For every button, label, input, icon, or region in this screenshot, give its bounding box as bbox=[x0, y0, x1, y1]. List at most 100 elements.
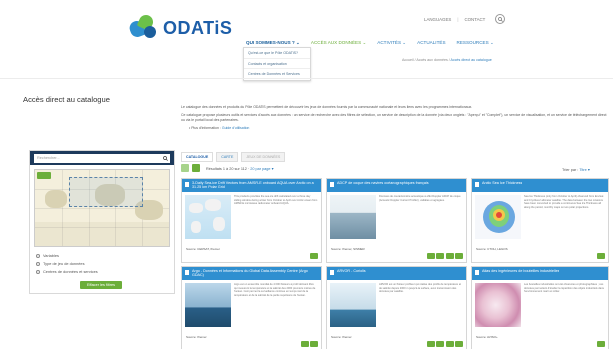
card-title[interactable]: Arctic Sea Ice Thickness bbox=[482, 181, 522, 185]
card-action-button[interactable] bbox=[310, 253, 318, 259]
map-tools-button[interactable] bbox=[37, 172, 51, 179]
search-submit-button[interactable] bbox=[160, 153, 170, 163]
clear-filters-button[interactable]: Effacer les filtres bbox=[80, 281, 122, 289]
dropdown-item[interactable]: Contacts et organisation bbox=[244, 59, 310, 69]
card-description: Les bouteilles industrielles ont été obs… bbox=[524, 283, 604, 294]
card-header[interactable]: Atlas des ingénieures de bouteilles indu… bbox=[472, 267, 608, 280]
card-action-button[interactable] bbox=[455, 253, 463, 259]
document-icon bbox=[330, 182, 334, 187]
logo-text: ODATiS bbox=[163, 17, 233, 38]
dataset-card[interactable]: 3-Daily Sea-ice Drift Vectors from AMSR-… bbox=[181, 178, 322, 263]
card-thumbnail[interactable] bbox=[185, 195, 231, 239]
logo[interactable]: ODATiS bbox=[127, 12, 233, 41]
results-count: Résultats 1 à 20 sur 112 · 20 par page ▾ bbox=[206, 166, 273, 171]
nav-activites[interactable]: ACTIVITÉS ⌄ bbox=[377, 40, 406, 46]
dataset-card[interactable]: Arctic Sea Ice Thickness Sea Ice Thicknes… bbox=[471, 178, 609, 263]
dataset-card[interactable]: ADCP de coque des navires océanographiqu… bbox=[326, 178, 467, 263]
card-action-button[interactable] bbox=[445, 253, 454, 259]
page: ODATiS LANGUAGES | CONTACT QUI SOMMES-NO… bbox=[0, 0, 613, 349]
tab-catalogue[interactable]: CATALOGUE bbox=[181, 152, 214, 162]
card-description: Argo est un ensemble mondial de 4 000 fl… bbox=[234, 283, 316, 297]
pager: Résultats 1 à 20 sur 112 · 20 par page ▾ bbox=[181, 164, 273, 172]
card-thumbnail[interactable] bbox=[185, 283, 231, 327]
map-selection-box[interactable] bbox=[69, 177, 143, 207]
document-icon bbox=[475, 182, 479, 187]
card-action-button[interactable] bbox=[597, 341, 605, 347]
card-source: Source: CTOH, LEGOS bbox=[476, 247, 508, 251]
card-source: Source: Ifremer bbox=[186, 335, 207, 339]
breadcrumb-path[interactable]: Accueil / Accès aux données / bbox=[402, 58, 451, 62]
card-action-button[interactable] bbox=[310, 341, 318, 347]
dropdown-item[interactable]: Qu'est-ce que le Pôle ODATiS? bbox=[244, 48, 310, 59]
card-header[interactable]: ADCP de coque des navires océanographiqu… bbox=[327, 179, 466, 192]
nav-qui-sommes-nous[interactable]: QUI SOMMES-NOUS ? ⌄ bbox=[246, 40, 300, 46]
sort-select[interactable]: Titre ▾ bbox=[579, 168, 589, 172]
tab-jeux-de-donnees[interactable]: JEUX DE DONNÉES bbox=[241, 152, 286, 162]
languages-link[interactable]: LANGUAGES bbox=[424, 17, 451, 22]
card-action-button[interactable] bbox=[445, 341, 454, 347]
card-action-button[interactable] bbox=[300, 341, 309, 347]
more-info-label: Plus d'information : bbox=[191, 126, 222, 130]
tab-carte[interactable]: CARTE bbox=[216, 152, 239, 162]
dataset-card[interactable]: ARVOR - Coriolis ARVOR est un flotteur pr… bbox=[326, 266, 467, 349]
intro-text: Le catalogue des données et produits du … bbox=[181, 105, 611, 134]
card-source: Source: AVISO+ bbox=[476, 335, 498, 339]
card-body: ARVOR est un flotteur profileur qui réal… bbox=[327, 280, 466, 330]
card-description: This products provides the sea ice drift… bbox=[234, 195, 318, 206]
document-icon bbox=[475, 270, 479, 275]
radio-icon bbox=[36, 253, 40, 258]
nav-acces-aux-donnees[interactable]: ACCÈS AUX DONNÉES ⌄ bbox=[311, 40, 366, 46]
document-icon bbox=[185, 270, 189, 275]
card-action-button[interactable] bbox=[597, 253, 605, 259]
guide-link[interactable]: Guide d'utilisation bbox=[222, 126, 250, 130]
card-body: Sea Ice Thickness (only from October to … bbox=[472, 192, 608, 242]
card-thumbnail[interactable] bbox=[330, 195, 376, 239]
radio-icon bbox=[36, 261, 40, 266]
card-title[interactable]: ARVOR - Coriolis bbox=[337, 269, 366, 273]
card-action-button[interactable] bbox=[426, 253, 435, 259]
dataset-card[interactable]: Argo - Données et Informations du Global… bbox=[181, 266, 322, 349]
next-page-button[interactable] bbox=[192, 164, 200, 172]
card-actions bbox=[426, 253, 463, 259]
card-actions bbox=[426, 341, 463, 347]
map-landmass bbox=[45, 190, 67, 208]
top-links-divider: | bbox=[457, 16, 459, 22]
dataset-card[interactable]: Atlas des ingénieures de bouteilles indu… bbox=[471, 266, 609, 349]
intro-paragraph: Le catalogue des données et produits du … bbox=[181, 105, 473, 109]
card-header[interactable]: ARVOR - Coriolis bbox=[327, 267, 466, 280]
extent-map[interactable] bbox=[34, 169, 170, 247]
card-thumbnail[interactable] bbox=[475, 195, 521, 239]
prev-page-button[interactable] bbox=[181, 164, 189, 172]
nav-actualites[interactable]: ACTUALITÉS bbox=[417, 40, 445, 46]
search-input[interactable]: Rechercher... bbox=[34, 153, 160, 163]
card-thumbnail[interactable] bbox=[475, 283, 521, 327]
radio-icon bbox=[36, 269, 40, 274]
card-actions bbox=[300, 341, 318, 347]
card-action-button[interactable] bbox=[426, 341, 435, 347]
card-action-button[interactable] bbox=[436, 341, 444, 347]
nav-ressources[interactable]: RESSOURCES ⌄ bbox=[457, 40, 494, 46]
card-title[interactable]: 3-Daily Sea-ice Drift Vectors from AMSR-… bbox=[192, 181, 318, 190]
card-actions bbox=[597, 341, 605, 347]
search-icon bbox=[162, 155, 168, 161]
card-thumbnail[interactable] bbox=[330, 283, 376, 327]
card-action-button[interactable] bbox=[436, 253, 444, 259]
per-page-select[interactable]: 20 par page ▾ bbox=[250, 167, 273, 171]
sort-label: Trier par : bbox=[562, 168, 580, 172]
card-header[interactable]: Argo - Données et Informations du Global… bbox=[182, 267, 321, 280]
filter-option[interactable]: Variables bbox=[36, 253, 168, 258]
document-icon bbox=[330, 270, 334, 275]
card-title[interactable]: Atlas des ingénieures de bouteilles indu… bbox=[482, 269, 559, 273]
filter-option[interactable]: Type de jeu de données bbox=[36, 261, 168, 266]
search-icon bbox=[498, 16, 503, 22]
filter-option-label: Centres de données et services bbox=[43, 269, 98, 274]
card-header[interactable]: 3-Daily Sea-ice Drift Vectors from AMSR-… bbox=[182, 179, 321, 192]
card-action-button[interactable] bbox=[455, 341, 463, 347]
filter-option[interactable]: Centres de données et services bbox=[36, 269, 168, 274]
contact-link[interactable]: CONTACT bbox=[464, 17, 485, 22]
card-title[interactable]: Argo - Données et Informations du Global… bbox=[192, 269, 318, 278]
card-source: Source: CERSAT, Ifremer bbox=[186, 247, 220, 251]
card-header[interactable]: Arctic Sea Ice Thickness bbox=[472, 179, 608, 192]
search-button[interactable] bbox=[495, 14, 506, 24]
card-title[interactable]: ADCP de coque des navires océanographiqu… bbox=[337, 181, 429, 185]
